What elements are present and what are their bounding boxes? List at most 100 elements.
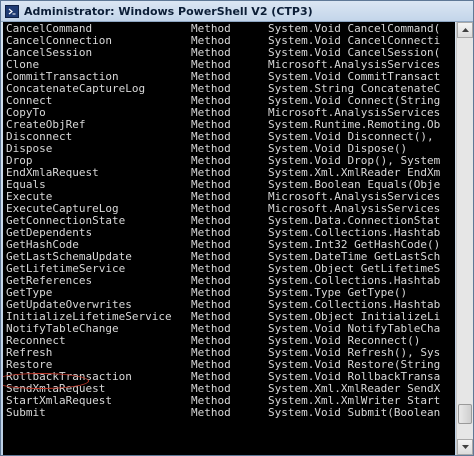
member-type: Method [191, 406, 231, 419]
member-definition: System.Data.ConnectionStat [268, 214, 441, 227]
member-name: CancelConnection [6, 34, 112, 47]
member-row: GetUpdateOverwrites Method System.Collecti… [3, 299, 455, 311]
member-row: GetReferences Method System.Collections.Ha… [3, 275, 455, 287]
member-type: Method [191, 214, 231, 227]
member-definition: System.Object GetLifetimeS [268, 262, 441, 275]
member-definition: Microsoft.AnalysisServices [268, 58, 441, 71]
member-row: Reconnect Method System.Void Reconnect() [3, 335, 455, 347]
member-type: Method [191, 394, 231, 407]
member-row: Refresh Method System.Void Refresh(), Sys [3, 347, 455, 359]
member-type: Method [191, 346, 231, 359]
member-type: Method [191, 298, 231, 311]
member-name: GetReferences [6, 274, 93, 287]
member-row: Execute Method Microsoft.AnalysisServices [3, 191, 455, 203]
member-name: GetLifetimeService [6, 262, 126, 275]
member-type: Method [191, 370, 231, 383]
scroll-up-button[interactable] [457, 22, 473, 38]
member-definition: System.Runtime.Remoting.Ob [268, 118, 441, 131]
member-name: CopyTo [6, 106, 46, 119]
member-row: Drop Method System.Void Drop(), System [3, 155, 455, 167]
member-row: Connect Method System.Void Connect(String [3, 95, 455, 107]
member-type: Method [191, 142, 231, 155]
member-definition: System.Void CommitTransact [268, 70, 441, 83]
powershell-window: Administrator: Windows PowerShell V2 (CT… [0, 0, 474, 456]
member-row: ConcatenateCaptureLog Method System.String… [3, 83, 455, 95]
member-type: Method [191, 154, 231, 167]
member-name: RollbackTransaction [6, 370, 132, 383]
member-row: Disconnect Method System.Void Disconnect()… [3, 131, 455, 143]
member-row: CancelCommand Method System.Void CancelCom… [3, 23, 455, 35]
member-definition: System.Xml.XmlReader SendX [268, 382, 441, 395]
member-type: Method [191, 382, 231, 395]
member-row: Equals Method System.Boolean Equals(Obje [3, 179, 455, 191]
member-type: Method [191, 310, 231, 323]
member-definition: System.Void CancelConnecti [268, 34, 441, 47]
member-definition: Microsoft.AnalysisServices [268, 202, 441, 215]
member-definition: System.Void RollbackTransa [268, 370, 441, 383]
member-name: GetConnectionState [6, 214, 126, 227]
member-definition: System.Int32 GetHashCode() [268, 238, 441, 251]
member-definition: System.String ConcatenateC [268, 82, 441, 95]
member-name: CancelCommand [6, 22, 93, 35]
member-definition: System.Void NotifyTableCha [268, 322, 441, 335]
member-row: Clone Method Microsoft.AnalysisServices [3, 59, 455, 71]
member-row: SendXmlaRequest Method System.Xml.XmlReade… [3, 383, 455, 395]
member-type: Method [191, 166, 231, 179]
arrow-down-icon [461, 445, 469, 449]
vertical-scrollbar[interactable] [456, 22, 473, 455]
member-definition: System.Xml.XmlReader EndXm [268, 166, 441, 179]
member-name: Drop [6, 154, 33, 167]
member-definition: System.DateTime GetLastSch [268, 250, 441, 263]
member-name: Refresh [6, 346, 53, 359]
member-name: CommitTransaction [6, 70, 119, 83]
member-name: Submit [6, 406, 46, 419]
member-definition: System.Boolean Equals(Obje [268, 178, 441, 191]
member-definition: System.Type GetType() [268, 286, 408, 299]
member-row: Restore Method System.Void Restore(String [3, 359, 455, 371]
member-definition: System.Void Connect(String [268, 94, 441, 107]
member-name: InitializeLifetimeService [6, 310, 172, 323]
arrow-up-icon [461, 28, 469, 32]
member-type: Method [191, 358, 231, 371]
member-type: Method [191, 202, 231, 215]
member-row: CancelConnection Method System.Void Cancel… [3, 35, 455, 47]
member-row: ExecuteCaptureLog Method Microsoft.Analysi… [3, 203, 455, 215]
member-type: Method [191, 274, 231, 287]
member-name: GetDependents [6, 226, 93, 239]
member-row: RollbackTransaction Method System.Void Rol… [3, 371, 455, 383]
member-name: CancelSession [6, 46, 93, 59]
member-name: NotifyTableChange [6, 322, 119, 335]
member-type: Method [191, 178, 231, 191]
member-row: GetLifetimeService Method System.Object Ge… [3, 263, 455, 275]
member-name: ConcatenateCaptureLog [6, 82, 146, 95]
member-name: GetHashCode [6, 238, 79, 251]
member-name: SendXmlaRequest [6, 382, 106, 395]
member-name: GetLastSchemaUpdate [6, 250, 132, 263]
member-row: StartXmlaRequest Method System.Xml.XmlWrit… [3, 395, 455, 407]
member-definition: Microsoft.AnalysisServices [268, 106, 441, 119]
member-name: GetType [6, 286, 53, 299]
member-definition: System.Void CancelCommand( [268, 22, 441, 35]
member-definition: System.Collections.Hashtab [268, 298, 441, 311]
member-row: GetType Method System.Type GetType() [3, 287, 455, 299]
member-name: Restore [6, 358, 53, 371]
member-type: Method [191, 262, 231, 275]
console-output[interactable]: Submit Method System.Void Submit(Boolean St… [3, 22, 455, 455]
member-definition: System.Collections.Hashtab [268, 274, 441, 287]
member-row: InitializeLifetimeService Method System.Ob… [3, 311, 455, 323]
member-definition: System.Void Restore(String [268, 358, 441, 371]
scroll-down-button[interactable] [457, 439, 473, 455]
member-name: CreateObjRef [6, 118, 86, 131]
member-name: StartXmlaRequest [6, 394, 112, 407]
member-name: Connect [6, 94, 53, 107]
member-type: Method [191, 334, 231, 347]
member-type: Method [191, 94, 231, 107]
member-definition: System.Void CancelSession( [268, 46, 441, 59]
member-definition: System.Xml.XmlWriter Start [268, 394, 441, 407]
member-row: GetLastSchemaUpdate Method System.DateTime… [3, 251, 455, 263]
member-name: GetUpdateOverwrites [6, 298, 132, 311]
member-type: Method [191, 82, 231, 95]
title-bar[interactable]: Administrator: Windows PowerShell V2 (CT… [1, 1, 473, 22]
scroll-thumb[interactable] [458, 403, 472, 424]
member-type: Method [191, 22, 231, 35]
